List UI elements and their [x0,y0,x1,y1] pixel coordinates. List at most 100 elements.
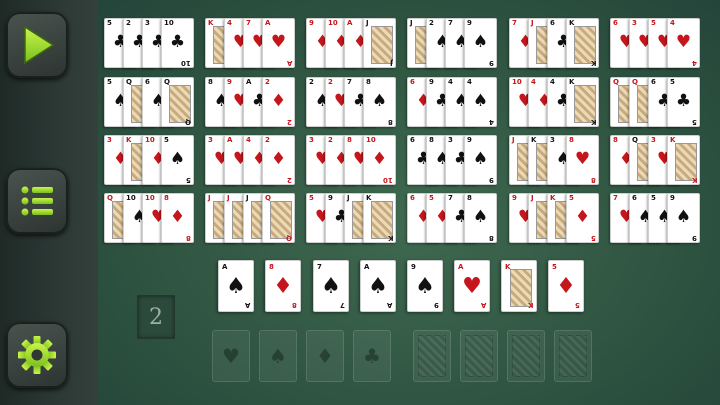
tableau-pile[interactable]: 3♥32♦28♥810♦10 [306,135,397,185]
settings-button[interactable] [6,322,68,388]
suit-icon: ♦ [169,207,186,227]
play-button[interactable] [6,12,68,78]
playing-card[interactable]: A ♠ A [218,260,254,312]
card-rank: 3 [107,136,112,144]
playing-card[interactable]: 7 ♠ 7 [313,260,349,312]
playing-card[interactable]: 8♠8 [464,193,497,243]
playing-card[interactable]: 8♠8 [363,77,396,127]
card-rank: 8 [164,194,169,202]
card-rank-bottom: 8 [591,176,596,184]
card-rank: 9 [429,78,434,86]
menu-button[interactable] [6,168,68,234]
tableau-pile[interactable]: JJJJJJQQ [205,193,296,243]
playing-card[interactable]: JJ [363,18,396,68]
card-rank: J [531,194,534,202]
playing-card[interactable]: 9 ♠ 9 [667,193,700,243]
tableau-pile[interactable]: JJKK3♠38♥8 [509,135,600,185]
playing-card[interactable]: 8♦8 [161,193,194,243]
playing-card[interactable]: QQ [262,193,295,243]
tableau-pile[interactable]: 8♠89♥9A♣A2♦2 [205,77,296,127]
foundation-slot[interactable] [460,330,498,382]
card-rank: 5 [651,194,656,202]
card-rank-bottom: 4 [692,59,697,67]
card-rank: 10 [366,136,376,144]
tableau-pile[interactable]: 9♥9JJKK5♦5 [509,193,600,243]
playing-card[interactable]: 5♦5 [548,260,584,312]
tableau-pile[interactable]: KK4♥47♥7A♥A [205,18,296,68]
playing-card[interactable]: 10 ♦ 10 [363,135,396,185]
card-rank: 3 [651,136,656,144]
card-rank: 8 [569,136,574,144]
foundation-slot[interactable]: ♦ [306,330,344,382]
tableau-pile[interactable]: 10♥104♦44♣4KK [509,77,600,127]
playing-card[interactable]: KK [566,18,599,68]
card-rank: J [531,19,534,27]
card-rank: J [246,194,249,202]
playing-card[interactable]: A ♥ A [262,18,295,68]
playing-card[interactable]: 4♠4 [464,77,497,127]
card-rank-bottom: 9 [489,59,494,67]
suit-placeholder-icon: ♣ [363,344,381,368]
tableau-pile[interactable]: 7♥76♠65♠59♠9 [610,193,701,243]
playing-card[interactable]: 5♠5 [161,135,194,185]
card-rank: 2 [126,19,131,27]
tableau-pile[interactable]: 2♠22♥27♣78♠8 [306,77,397,127]
suit-placeholder-icon: ♠ [269,344,287,368]
playing-card[interactable]: 8♥8 [566,135,599,185]
tableau-pile[interactable]: QQQQ6♣65♣5 [610,77,701,127]
tableau-pile[interactable]: 6♣68♠83♣39♠9 [407,135,498,185]
tableau-pile[interactable]: 6♦69♣94♠44♠4 [407,77,498,127]
playing-card[interactable]: KK [667,135,700,185]
tableau-pile[interactable]: 9♦910♦10A♦AJJ [306,18,397,68]
playing-card[interactable]: 2♦2 [262,77,295,127]
playing-card[interactable]: 9 ♠ 9 [464,135,497,185]
foundation-slot[interactable] [507,330,545,382]
playing-card[interactable]: KK [501,260,537,312]
suit-icon: ♦ [270,91,287,111]
tableau-pile[interactable]: 5♠5QQ6♠6QQ [104,77,195,127]
playing-card[interactable]: 10 ♣ 10 [161,18,194,68]
suit-icon: ♠ [415,274,435,299]
card-rank: 2 [309,78,314,86]
foundation-slot[interactable]: ♥ [212,330,250,382]
card-rank: 6 [613,19,618,27]
tableau-pile[interactable]: 3♦3KK10♦105♠5 [104,135,195,185]
suit-icon: ♠ [371,91,388,111]
tableau-pile[interactable]: 5♥59♣9JJKK [306,193,397,243]
tableau-pile[interactable]: 6♦65♦57♣78♠8 [407,193,498,243]
card-rank: 9 [512,194,517,202]
foundation-slot[interactable]: ♠ [259,330,297,382]
suit-icon: ♥ [675,32,692,52]
card-rank: A [458,263,464,271]
playing-card[interactable]: 9 ♠ 9 [407,260,443,312]
playing-card[interactable]: 5♦5 [566,193,599,243]
card-rank-bottom: Q [185,118,191,126]
card-rank: 5 [429,194,434,202]
playing-card[interactable]: 4♥4 [667,18,700,68]
tableau-pile[interactable]: JJ2♠27♠79♠9 [407,18,498,68]
card-rank: 2 [265,78,270,86]
playing-card[interactable]: KK [566,77,599,127]
card-rank-bottom: J [390,59,393,67]
playing-card[interactable]: 9 ♠ 9 [464,18,497,68]
foundation-slot[interactable]: ♣ [353,330,391,382]
card-rank: 9 [328,194,333,202]
playing-card[interactable]: A ♠ A [360,260,396,312]
playing-card[interactable]: KK [363,193,396,243]
card-rank: J [366,19,369,27]
tableau-pile[interactable]: 6♥63♥35♥54♥4 [610,18,701,68]
foundation-slot[interactable] [413,330,451,382]
playing-card[interactable]: 8♦8 [265,260,301,312]
playing-card[interactable]: A ♥ A [454,260,490,312]
tableau-pile[interactable]: 7♦7JJ6♣6KK [509,18,600,68]
playing-card[interactable]: QQ [161,77,194,127]
tableau-pile[interactable]: QQ10♠1010♥108♦8 [104,193,195,243]
playing-card[interactable]: 5♣5 [667,77,700,127]
card-rank: 5 [107,78,112,86]
playing-card[interactable]: 2♦2 [262,135,295,185]
tableau-pile[interactable]: 5♣52♣23♣310♣10 [104,18,195,68]
tableau-pile[interactable]: 8♦8QQ3♥3KK [610,135,701,185]
card-rank-bottom: 2 [287,118,292,126]
tableau-pile[interactable]: 3♥3A♥A4♦42♦2 [205,135,296,185]
foundation-slot[interactable] [554,330,592,382]
